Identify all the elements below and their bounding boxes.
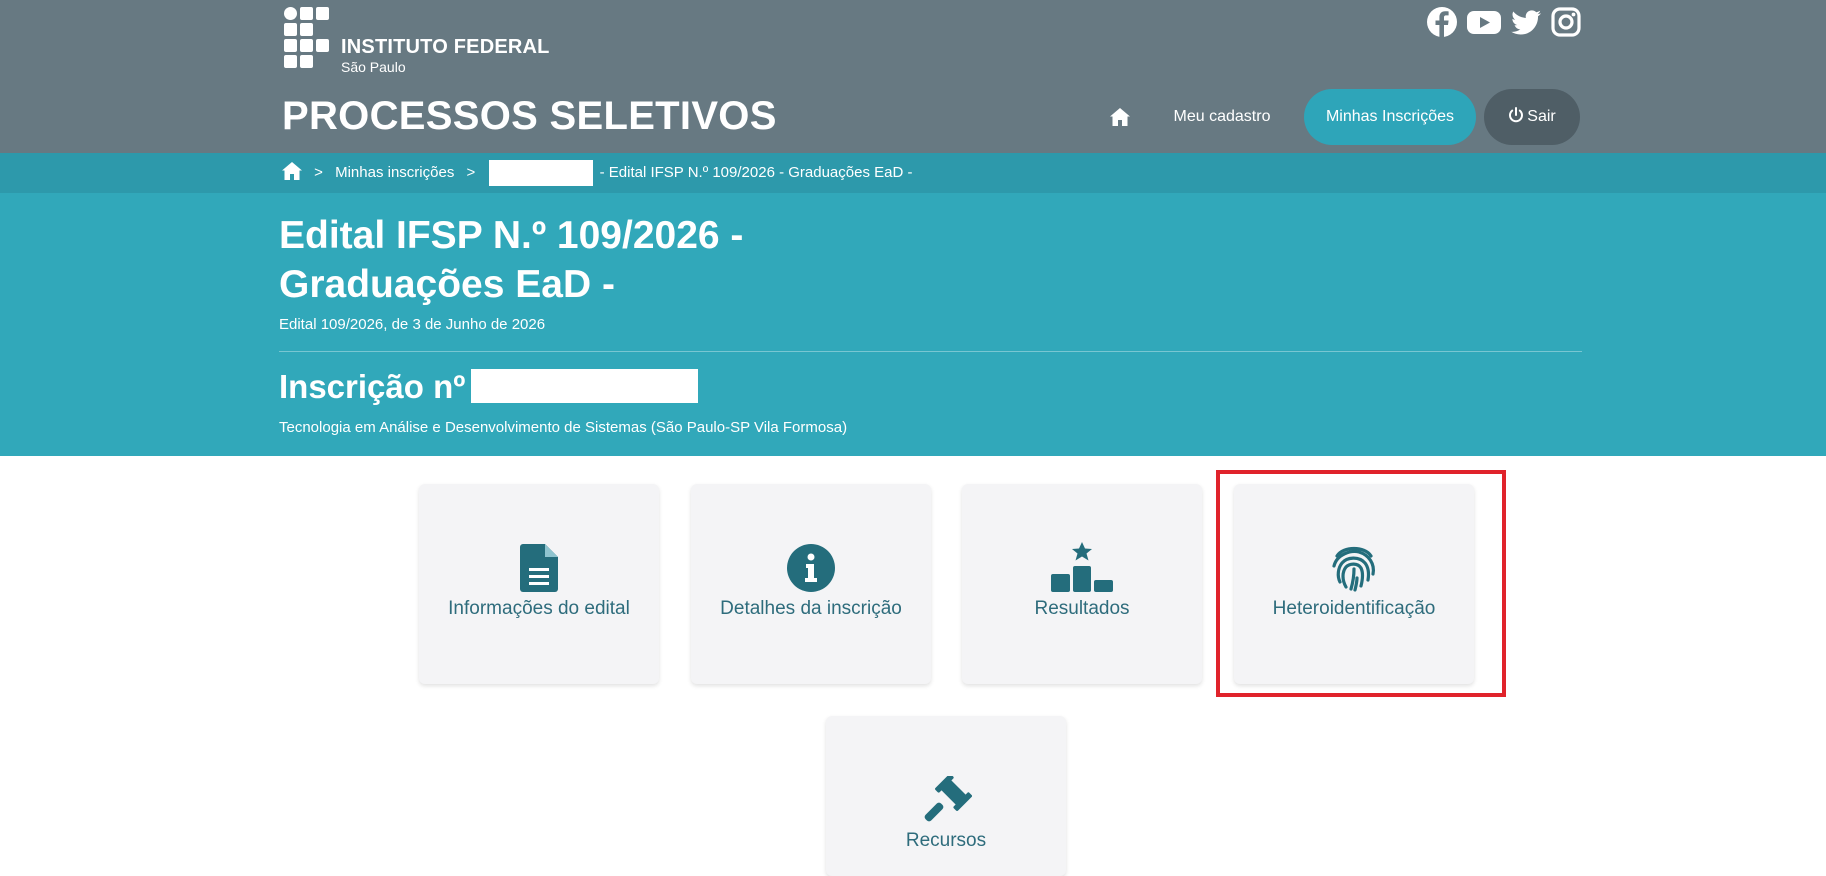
home-nav-button[interactable] [1092, 89, 1148, 145]
inscricao-heading: Inscrição nº [279, 368, 699, 406]
hero-divider [279, 351, 1582, 352]
inscricao-number-redacted [471, 369, 699, 404]
inscricao-label: Inscrição nº [279, 368, 466, 405]
logo-subtext: São Paulo [341, 59, 406, 75]
breadcrumb-current: - Edital IFSP N.º 109/2026 - Graduações … [599, 164, 913, 182]
logo-text: INSTITUTO FEDERAL [341, 36, 550, 58]
page-title: Edital IFSP N.º 109/2026 - Graduações Ea… [279, 211, 979, 309]
card-heteroidentificacao[interactable]: Heteroidentificação [1234, 484, 1474, 684]
gavel-icon [924, 776, 972, 822]
instagram-icon[interactable] [1550, 6, 1582, 38]
hero-banner: Edital IFSP N.º 109/2026 - Graduações Ea… [0, 193, 1826, 456]
youtube-icon[interactable] [1466, 6, 1502, 38]
card-resultados[interactable]: Resultados [962, 484, 1202, 684]
home-icon [1110, 108, 1130, 126]
edital-subtitle: Edital 109/2026, de 3 de Junho de 2026 [279, 316, 546, 333]
card-label: Resultados [1034, 598, 1130, 619]
card-label: Detalhes da inscrição [720, 598, 902, 619]
card-label: Heteroidentificação [1272, 598, 1436, 619]
social-links [1426, 6, 1582, 38]
sair-label: Sair [1527, 108, 1556, 125]
breadcrumb-separator: > [466, 164, 476, 182]
breadcrumb-inner: > Minhas inscrições > - Edital IFSP N.º … [282, 153, 912, 193]
podium-icon [1051, 542, 1113, 592]
page-title-line2: Graduações EaD - [279, 263, 615, 306]
card-label: Informações do edital [448, 598, 630, 619]
card-label: Recursos [905, 830, 987, 851]
page-title-line1: Edital IFSP N.º 109/2026 - [279, 214, 744, 257]
facebook-icon[interactable] [1426, 6, 1458, 38]
nav-meu-cadastro[interactable]: Meu cadastro [1160, 89, 1284, 145]
breadcrumb: > Minhas inscrições > - Edital IFSP N.º … [0, 153, 1826, 193]
card-detalhes-inscricao[interactable]: Detalhes da inscrição [691, 484, 931, 684]
nav-sair-button[interactable]: Sair [1484, 89, 1580, 145]
ifsp-logo[interactable]: INSTITUTO FEDERAL São Paulo [284, 7, 549, 77]
card-recursos[interactable]: Recursos [826, 716, 1066, 876]
twitter-icon[interactable] [1510, 6, 1542, 38]
document-icon [520, 544, 558, 592]
card-informacoes-edital[interactable]: Informações do edital [419, 484, 659, 684]
breadcrumb-minhas-inscricoes[interactable]: Minhas inscrições [335, 164, 454, 181]
nav-minhas-inscricoes[interactable]: Minhas Inscrições [1304, 89, 1476, 145]
breadcrumb-redacted [489, 160, 594, 187]
logo-grid-icon [284, 7, 334, 71]
site-title: PROCESSOS SELETIVOS [282, 94, 777, 138]
fingerprint-icon [1332, 546, 1375, 592]
breadcrumb-separator: > [314, 164, 323, 182]
info-icon [787, 544, 835, 592]
breadcrumb-home-icon[interactable] [282, 162, 302, 181]
course-name: Tecnologia em Análise e Desenvolvimento … [279, 419, 848, 436]
power-icon [1509, 106, 1524, 122]
